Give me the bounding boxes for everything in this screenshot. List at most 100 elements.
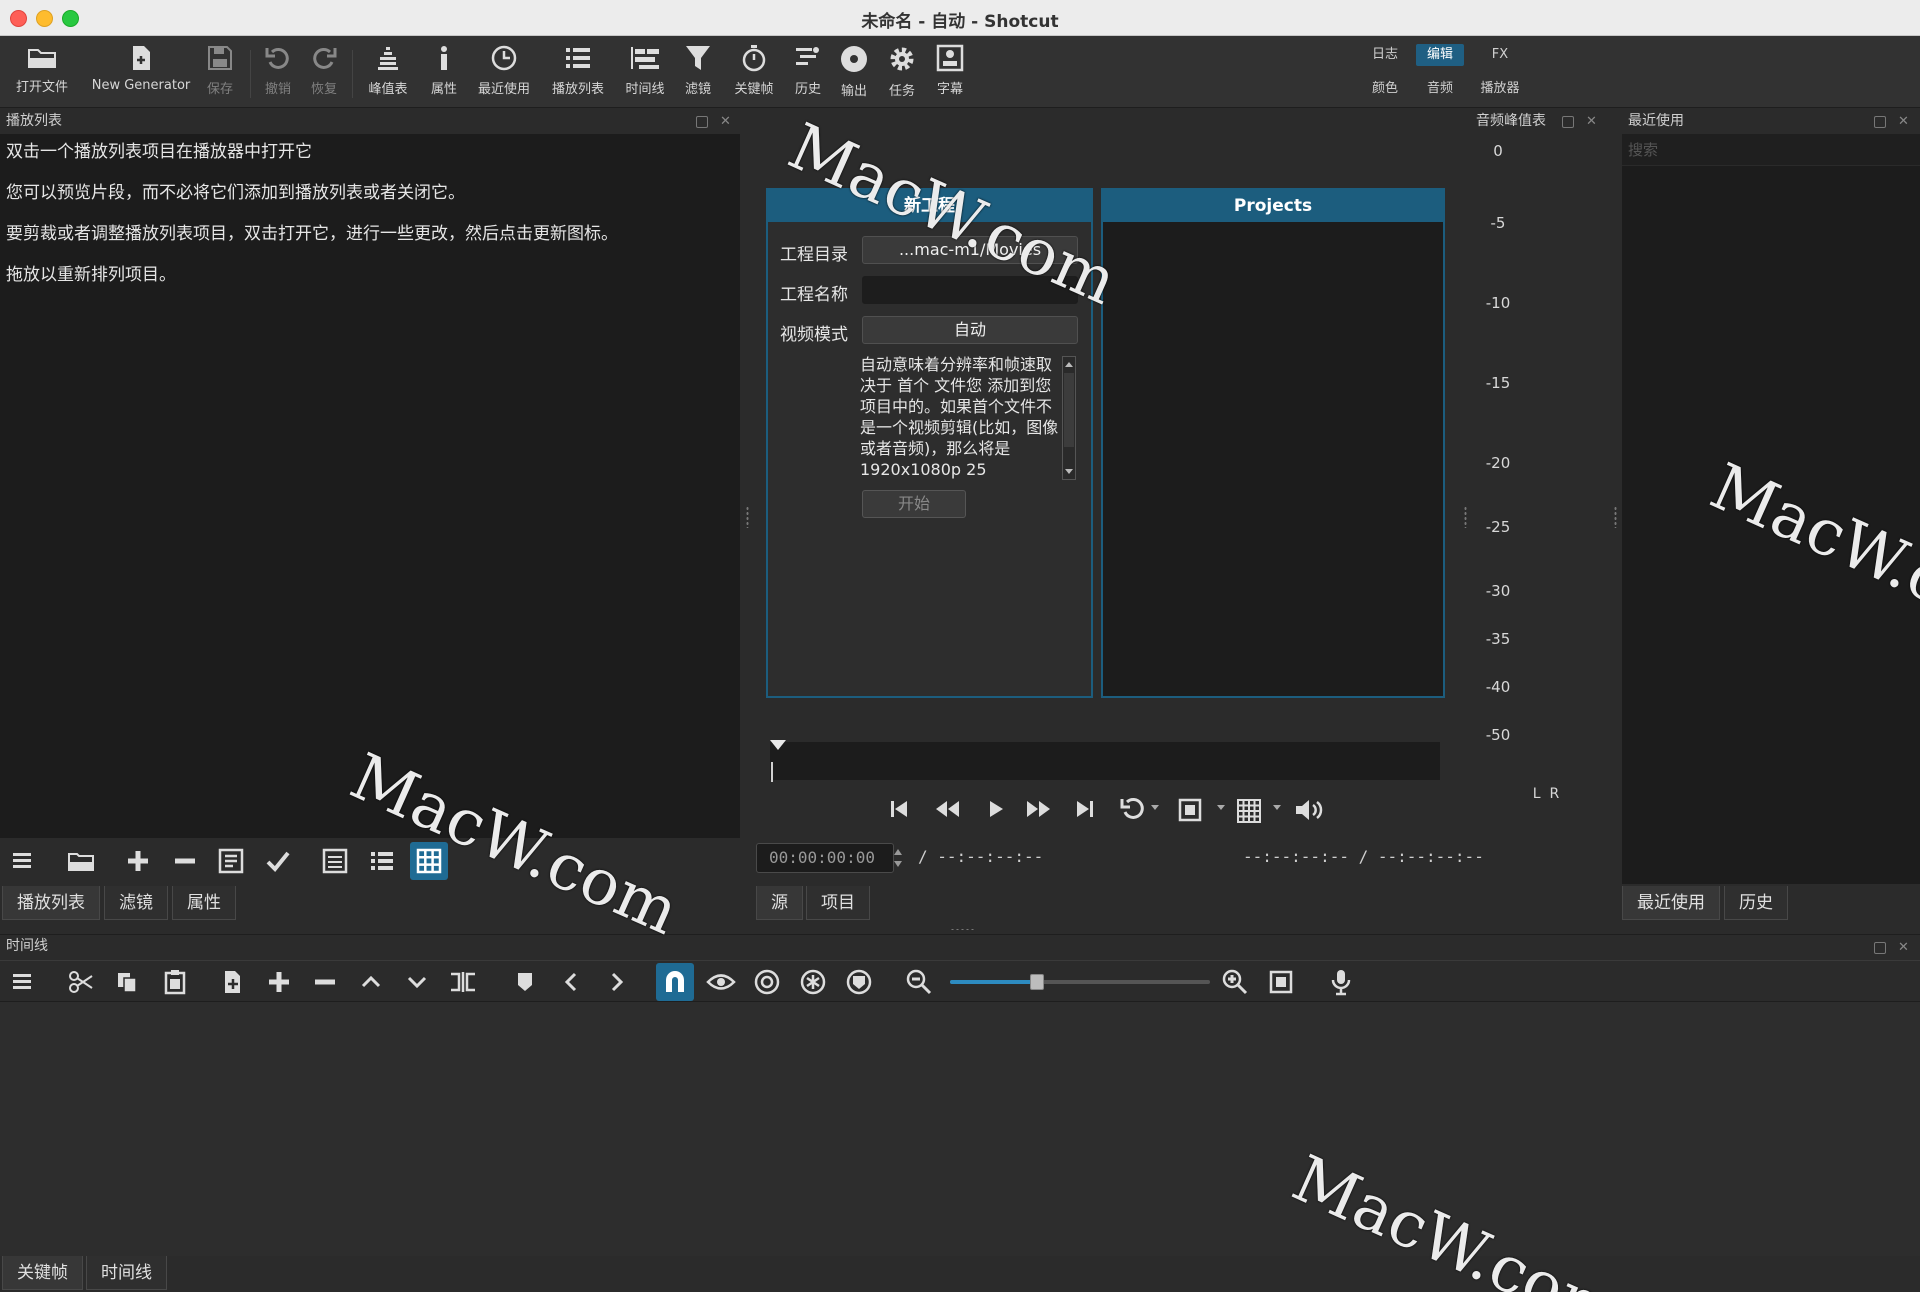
start-button[interactable]: 开始 [862, 490, 966, 518]
open-folder-icon[interactable] [62, 842, 100, 880]
volume-icon[interactable] [1294, 798, 1326, 822]
float-icon[interactable] [1562, 116, 1574, 128]
float-icon[interactable] [696, 116, 708, 128]
tab-project[interactable]: 项目 [806, 886, 870, 920]
timecode-input[interactable]: 00:00:00:00 [756, 843, 894, 873]
keyframes-button[interactable]: 关键帧 [728, 44, 780, 104]
microphone-icon[interactable] [1322, 963, 1360, 1001]
chevron-down-icon[interactable] [1216, 804, 1226, 812]
jobs-button[interactable]: 任务 [884, 44, 920, 104]
scroll-down-icon[interactable] [1063, 465, 1075, 477]
project-name-input[interactable] [862, 276, 1078, 304]
properties-button[interactable]: 属性 [426, 44, 462, 104]
new-generator-button[interactable]: New Generator [86, 44, 196, 104]
next-marker-icon[interactable] [598, 963, 636, 1001]
grid-icon[interactable] [1236, 798, 1262, 824]
ripple-icon[interactable] [748, 963, 786, 1001]
redo-button[interactable]: 恢复 [306, 44, 342, 104]
mode-player[interactable]: 播放器 [1476, 78, 1524, 100]
list-view-icon[interactable] [363, 842, 401, 880]
close-icon[interactable]: ✕ [720, 115, 732, 128]
add-icon[interactable] [119, 842, 157, 880]
scrub-eye-icon[interactable] [702, 963, 740, 1001]
ripple-markers-icon[interactable] [840, 963, 878, 1001]
mode-editing[interactable]: 编辑 [1416, 44, 1464, 66]
zoom-in-icon[interactable] [1216, 963, 1254, 1001]
recent-list[interactable] [1622, 134, 1920, 884]
grid-view-icon[interactable] [410, 842, 448, 880]
description-scrollbar[interactable] [1062, 356, 1076, 480]
skip-end-icon[interactable] [1074, 798, 1096, 820]
remove-icon[interactable] [166, 842, 204, 880]
chevron-down-icon[interactable] [1150, 804, 1160, 812]
copy-icon[interactable] [108, 963, 146, 1001]
loop-icon[interactable] [1120, 796, 1146, 822]
scrubber-bar[interactable] [770, 742, 1440, 780]
zoom-slider-handle[interactable] [1030, 974, 1044, 990]
details-view-icon[interactable] [316, 842, 354, 880]
tab-timeline[interactable]: 时间线 [86, 1256, 167, 1290]
filters-button[interactable]: 滤镜 [680, 44, 716, 104]
mode-logging[interactable]: 日志 [1361, 44, 1409, 66]
ripple-all-icon[interactable] [794, 963, 832, 1001]
tab-source[interactable]: 源 [756, 886, 803, 920]
marker-icon[interactable] [506, 963, 544, 1001]
history-button[interactable]: 历史 [790, 44, 826, 104]
rewind-icon[interactable] [934, 798, 960, 820]
scroll-up-icon[interactable] [1063, 359, 1075, 371]
mode-fx[interactable]: FX [1476, 44, 1524, 66]
tab-recent[interactable]: 最近使用 [1622, 886, 1720, 920]
add-icon[interactable] [260, 963, 298, 1001]
timeline-button[interactable]: 时间线 [622, 44, 668, 104]
undo-button[interactable]: 撤销 [260, 44, 296, 104]
recent-search-input[interactable]: 搜索 [1622, 134, 1920, 166]
split-icon[interactable] [444, 963, 482, 1001]
splitter-handle[interactable] [1614, 506, 1617, 528]
peak-meter-button[interactable]: 峰值表 [364, 44, 412, 104]
playhead-marker[interactable] [770, 740, 786, 750]
skip-start-icon[interactable] [888, 798, 910, 820]
close-icon[interactable]: ✕ [1898, 115, 1910, 128]
mode-audio[interactable]: 音频 [1416, 78, 1464, 100]
recent-button[interactable]: 最近使用 [474, 44, 534, 104]
snap-magnet-icon[interactable] [656, 963, 694, 1001]
play-icon[interactable] [986, 798, 1006, 820]
mode-color[interactable]: 颜色 [1361, 78, 1409, 100]
open-file-button[interactable]: 打开文件 [12, 44, 72, 104]
project-dir-button[interactable]: ...mac-m1/Movies [862, 236, 1078, 264]
splitter-handle[interactable] [746, 506, 749, 528]
export-button[interactable]: 输出 [836, 44, 872, 104]
tab-history[interactable]: 历史 [1724, 886, 1788, 920]
float-icon[interactable] [1874, 942, 1886, 954]
tab-properties[interactable]: 属性 [172, 886, 236, 920]
update-icon[interactable] [212, 842, 250, 880]
close-icon[interactable]: ✕ [1898, 941, 1910, 954]
paste-icon[interactable] [156, 963, 194, 1001]
video-mode-button[interactable]: 自动 [862, 316, 1078, 344]
fast-forward-icon[interactable] [1026, 798, 1052, 820]
zoom-fit-icon[interactable] [1262, 963, 1300, 1001]
float-icon[interactable] [1874, 116, 1886, 128]
tab-keyframes[interactable]: 关键帧 [2, 1256, 83, 1290]
playlist-button[interactable]: 播放列表 [548, 44, 608, 104]
menu-icon[interactable] [4, 842, 42, 880]
subtitles-button[interactable]: 字幕 [932, 44, 968, 104]
close-icon[interactable]: ✕ [1586, 115, 1598, 128]
menu-icon[interactable] [4, 963, 42, 1001]
scroll-thumb[interactable] [1064, 373, 1074, 447]
chevron-down-icon[interactable] [1272, 804, 1282, 812]
splitter-handle[interactable] [1464, 506, 1467, 528]
previous-marker-icon[interactable] [552, 963, 590, 1001]
append-icon[interactable] [214, 963, 252, 1001]
save-button[interactable]: 保存 [200, 44, 240, 104]
playlist-area[interactable]: 双击一个播放列表项目在播放器中打开它 您可以预览片段，而不必将它们添加到播放列表… [0, 134, 740, 838]
overwrite-icon[interactable] [398, 963, 436, 1001]
timecode-stepper-icon[interactable] [892, 845, 904, 871]
check-icon[interactable] [259, 842, 297, 880]
remove-icon[interactable] [306, 963, 344, 1001]
tab-filters[interactable]: 滤镜 [104, 886, 168, 920]
cut-icon[interactable] [62, 963, 100, 1001]
zoom-fit-icon[interactable] [1178, 798, 1202, 822]
zoom-out-icon[interactable] [900, 963, 938, 1001]
timeline-tracks-area[interactable] [0, 1002, 1920, 1256]
